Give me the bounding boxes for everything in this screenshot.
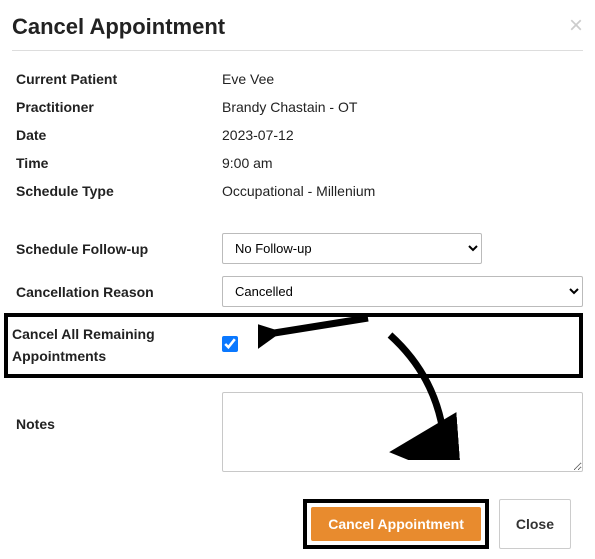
cancel-all-highlight: Cancel All Remaining Appointments [4, 313, 583, 378]
value-practitioner: Brandy Chastain - OT [222, 99, 583, 115]
cancel-appointment-modal: Cancel Appointment × Current Patient Eve… [0, 0, 595, 559]
cancel-all-checkbox[interactable] [222, 336, 238, 352]
label-reason: Cancellation Reason [12, 284, 222, 300]
label-current-patient: Current Patient [12, 71, 222, 87]
row-cancel-all: Cancel All Remaining Appointments [8, 321, 579, 370]
row-notes: Notes [12, 378, 583, 481]
row-practitioner: Practitioner Brandy Chastain - OT [12, 93, 583, 121]
modal-footer: Cancel Appointment Close [12, 481, 583, 559]
close-icon[interactable]: × [569, 14, 583, 38]
label-schedule-type: Schedule Type [12, 183, 222, 199]
row-time: Time 9:00 am [12, 149, 583, 177]
value-date: 2023-07-12 [222, 127, 583, 143]
label-date: Date [12, 127, 222, 143]
notes-textarea[interactable] [222, 392, 583, 472]
modal-header: Cancel Appointment × [12, 8, 583, 50]
reason-select[interactable]: Cancelled [222, 276, 583, 307]
label-notes: Notes [12, 392, 222, 432]
value-time: 9:00 am [222, 155, 583, 171]
followup-select[interactable]: No Follow-up [222, 233, 482, 264]
primary-button-highlight: Cancel Appointment [303, 499, 489, 549]
value-schedule-type: Occupational - Millenium [222, 183, 583, 199]
row-schedule-type: Schedule Type Occupational - Millenium [12, 177, 583, 205]
row-reason: Cancellation Reason Cancelled [12, 270, 583, 313]
label-practitioner: Practitioner [12, 99, 222, 115]
header-divider [12, 50, 583, 51]
value-current-patient: Eve Vee [222, 71, 583, 87]
cancel-appointment-button[interactable]: Cancel Appointment [311, 507, 481, 541]
row-followup: Schedule Follow-up No Follow-up [12, 227, 583, 270]
row-date: Date 2023-07-12 [12, 121, 583, 149]
modal-title: Cancel Appointment [12, 14, 225, 40]
row-current-patient: Current Patient Eve Vee [12, 65, 583, 93]
label-cancel-all: Cancel All Remaining Appointments [8, 323, 218, 368]
close-button[interactable]: Close [499, 499, 571, 549]
label-time: Time [12, 155, 222, 171]
label-followup: Schedule Follow-up [12, 241, 222, 257]
